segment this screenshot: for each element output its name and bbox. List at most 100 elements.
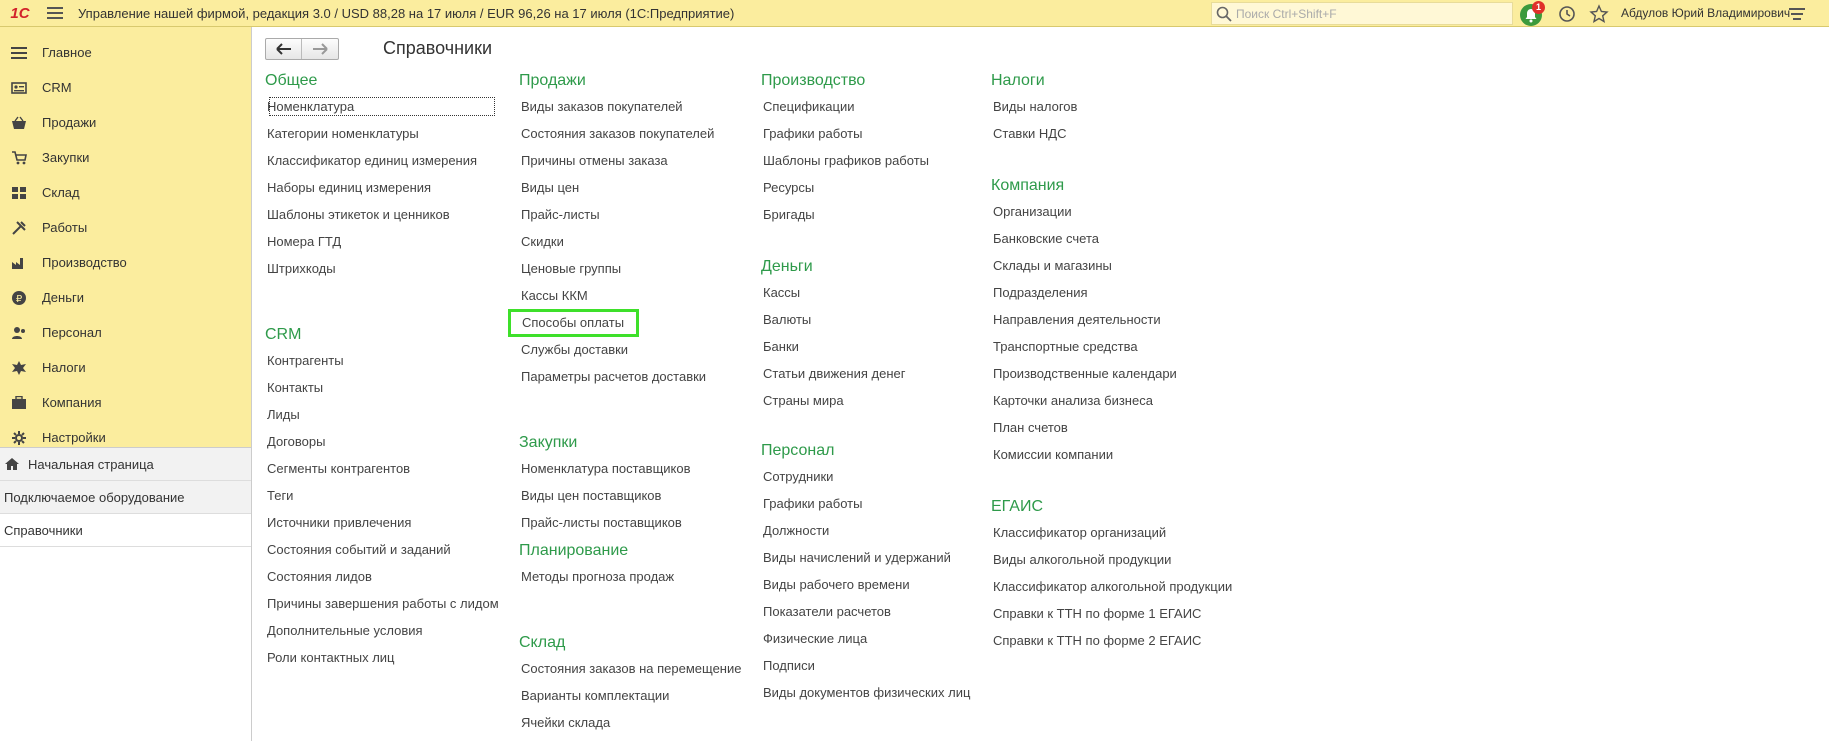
catalog-link[interactable]: Штрихкоды — [265, 255, 499, 282]
catalog-link[interactable]: Методы прогноза продаж — [519, 563, 741, 590]
catalog-link[interactable]: Должности — [761, 517, 970, 544]
catalog-link[interactable]: Карточки анализа бизнеса — [991, 387, 1232, 414]
open-window-tab[interactable]: Справочники — [0, 514, 251, 547]
catalog-link[interactable]: Классификатор организаций — [991, 519, 1232, 546]
catalog-link[interactable]: Состояния лидов — [265, 563, 499, 590]
search-input[interactable] — [1236, 6, 1506, 21]
section-item[interactable]: Главное — [0, 35, 251, 70]
catalog-link[interactable]: Номера ГТД — [265, 228, 499, 255]
catalog-link[interactable]: Наборы единиц измерения — [265, 174, 499, 201]
catalog-link[interactable]: Справки к ТТН по форме 1 ЕГАИС — [991, 600, 1232, 627]
catalog-link[interactable]: Виды цен поставщиков — [519, 482, 741, 509]
catalog-link[interactable]: Производственные календари — [991, 360, 1232, 387]
catalog-link[interactable]: Транспортные средства — [991, 333, 1232, 360]
catalog-link[interactable]: Договоры — [265, 428, 499, 455]
catalog-link[interactable]: Лиды — [265, 401, 499, 428]
catalog-link[interactable]: Статьи движения денег — [761, 360, 970, 387]
catalog-link[interactable]: Шаблоны графиков работы — [761, 147, 970, 174]
catalog-link[interactable]: Направления деятельности — [991, 306, 1232, 333]
forward-arrow-icon[interactable] — [302, 39, 338, 59]
catalog-link[interactable]: Спецификации — [761, 93, 970, 120]
catalog-link[interactable]: Подписи — [761, 652, 970, 679]
catalog-link[interactable]: Причины отмены заказа — [519, 147, 741, 174]
catalog-link[interactable]: Ячейки склада — [519, 709, 741, 736]
catalog-link[interactable]: Комиссии компании — [991, 441, 1232, 468]
catalog-link[interactable]: Категории номенклатуры — [265, 120, 499, 147]
catalog-link[interactable]: Организации — [991, 198, 1232, 225]
catalog-link[interactable]: Виды цен — [519, 174, 741, 201]
open-window-tab[interactable]: Начальная страница — [0, 448, 251, 481]
catalog-link[interactable]: Прайс-листы — [519, 201, 741, 228]
catalog-link[interactable]: Показатели расчетов — [761, 598, 970, 625]
catalog-link[interactable]: План счетов — [991, 414, 1232, 441]
catalog-link[interactable]: Контрагенты — [265, 347, 499, 374]
catalog-link[interactable]: Классификатор единиц измерения — [265, 147, 499, 174]
catalog-link[interactable]: Шаблоны этикеток и ценников — [265, 201, 499, 228]
section-item[interactable]: Налоги — [0, 350, 251, 385]
catalog-link[interactable]: Дополнительные условия — [265, 617, 499, 644]
section-item[interactable]: Продажи — [0, 105, 251, 140]
catalog-link[interactable]: Банки — [761, 333, 970, 360]
catalog-link[interactable]: Виды документов физических лиц — [761, 679, 970, 706]
main-menu-icon[interactable] — [40, 0, 70, 27]
catalog-link[interactable]: Способы оплаты — [508, 309, 640, 337]
search-box[interactable] — [1211, 2, 1513, 25]
catalog-link[interactable]: Графики работы — [761, 490, 970, 517]
catalog-link[interactable]: Ставки НДС — [991, 120, 1232, 147]
catalog-link[interactable]: Виды заказов покупателей — [519, 93, 741, 120]
section-item[interactable]: Производство — [0, 245, 251, 280]
catalog-link[interactable]: Ресурсы — [761, 174, 970, 201]
catalog-link[interactable]: Ценовые группы — [519, 255, 741, 282]
section-item[interactable]: ₽ Деньги — [0, 280, 251, 315]
section-item[interactable]: Закупки — [0, 140, 251, 175]
catalog-link[interactable]: Бригады — [761, 201, 970, 228]
catalog-link[interactable]: Варианты комплектации — [519, 682, 741, 709]
catalog-link[interactable]: Справки к ТТН по форме 2 ЕГАИС — [991, 627, 1232, 654]
catalog-link[interactable]: Виды рабочего времени — [761, 571, 970, 598]
catalog-link[interactable]: Страны мира — [761, 387, 970, 414]
catalog-link[interactable]: Виды начислений и удержаний — [761, 544, 970, 571]
open-window-label: Подключаемое оборудование — [4, 489, 185, 505]
catalog-link[interactable]: Графики работы — [761, 120, 970, 147]
catalog-link[interactable]: Валюты — [761, 306, 970, 333]
catalog-link[interactable]: Состояния заказов на перемещение — [519, 655, 741, 682]
catalog-link[interactable]: Теги — [265, 482, 499, 509]
catalog-link[interactable]: Номенклатура поставщиков — [519, 455, 741, 482]
catalog-link[interactable]: Параметры расчетов доставки — [519, 363, 741, 390]
catalog-link[interactable]: Службы доставки — [519, 336, 741, 363]
settings-menu-icon[interactable] — [1786, 3, 1808, 25]
catalog-link[interactable]: Классификатор алкогольной продукции — [991, 573, 1232, 600]
catalog-link[interactable]: Сегменты контрагентов — [265, 455, 499, 482]
back-arrow-icon[interactable] — [266, 39, 303, 59]
section-item[interactable]: Персонал — [0, 315, 251, 350]
catalog-link[interactable]: Скидки — [519, 228, 741, 255]
notifications-button[interactable]: 1 — [1520, 1, 1545, 26]
catalog-link[interactable]: Источники привлечения — [265, 509, 499, 536]
factory-icon — [10, 254, 28, 272]
catalog-link[interactable]: Физические лица — [761, 625, 970, 652]
current-user[interactable]: Абдулов Юрий Владимирович — [1621, 0, 1790, 27]
svg-text:₽: ₽ — [16, 294, 23, 305]
catalog-link[interactable]: Банковские счета — [991, 225, 1232, 252]
section-item[interactable]: Компания — [0, 385, 251, 420]
catalog-link[interactable]: Состояния событий и заданий — [265, 536, 499, 563]
catalog-link[interactable]: Кассы — [761, 279, 970, 306]
catalog-link[interactable]: Сотрудники — [761, 463, 970, 490]
section-item[interactable]: Работы — [0, 210, 251, 245]
catalog-link[interactable]: Прайс-листы поставщиков — [519, 509, 741, 536]
catalog-link[interactable]: Склады и магазины — [991, 252, 1232, 279]
catalog-link[interactable]: Причины завершения работы с лидом — [265, 590, 499, 617]
catalog-link[interactable]: Роли контактных лиц — [265, 644, 499, 671]
history-icon[interactable] — [1556, 3, 1578, 25]
favorites-star-icon[interactable] — [1588, 3, 1610, 25]
catalog-link[interactable]: Кассы ККМ — [519, 282, 741, 309]
catalog-link[interactable]: Контакты — [265, 374, 499, 401]
catalog-link[interactable]: Виды алкогольной продукции — [991, 546, 1232, 573]
catalog-link[interactable]: Виды налогов — [991, 93, 1232, 120]
catalog-link[interactable]: Номенклатура — [265, 93, 499, 120]
catalog-link[interactable]: Подразделения — [991, 279, 1232, 306]
section-item[interactable]: CRM — [0, 70, 251, 105]
section-item[interactable]: Склад — [0, 175, 251, 210]
catalog-link[interactable]: Состояния заказов покупателей — [519, 120, 741, 147]
open-window-tab[interactable]: Подключаемое оборудование — [0, 481, 251, 514]
